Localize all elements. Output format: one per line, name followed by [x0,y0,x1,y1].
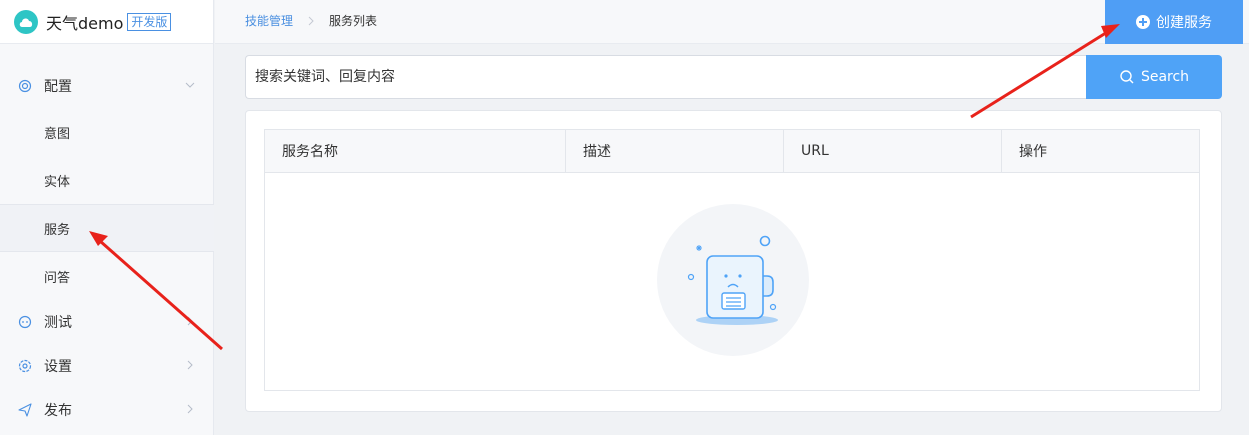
column-header-url: URL [784,130,1002,172]
menu-group-label: 测试 [44,315,72,331]
sidebar-item-label: 实体 [44,174,71,190]
column-header-actions: 操作 [1019,144,1047,160]
empty-state-illustration [657,204,809,356]
search-button-label: Search [1140,69,1190,85]
cloud-logo-icon [14,9,38,34]
breadcrumb-parent-link[interactable]: 技能管理 [245,12,293,29]
settings-circle-icon [18,79,32,93]
chevron-down-icon [185,82,195,88]
dev-badge: 开发版 [127,12,172,31]
sidebar-item-label: 服务 [44,222,71,238]
breadcrumb-separator-icon [308,16,314,25]
breadcrumb-current: 服务列表 [329,14,378,28]
test-icon [18,315,32,329]
search-button[interactable]: Search [1086,55,1222,99]
service-list-card: 服务名称 描述 URL 操作 [245,110,1222,412]
breadcrumb: 技能管理 服务列表 [245,12,377,29]
chevron-right-icon [187,404,193,414]
sidebar-item-intent[interactable]: 意图 [0,108,214,156]
column-header-description: 描述 [566,130,784,172]
menu-group-label: 设置 [44,359,72,375]
service-table: 服务名称 描述 URL 操作 [264,129,1200,391]
search-icon [1120,70,1134,84]
table-header: 服务名称 描述 URL 操作 [265,130,1199,173]
menu-group-label: 配置 [44,79,72,95]
sidebar-menu: 配置 意图 实体 服务 问答 测试 设置 发布 [0,64,214,432]
sidebar: 天气demo 开发版 配置 意图 实体 服务 问答 测试 设置 发布 [0,0,214,435]
chevron-right-icon [187,360,193,370]
sidebar-item-service[interactable]: 服务 [0,204,214,252]
app-title: 天气demo [46,13,124,33]
column-header-name: 服务名称 [265,130,566,172]
menu-group-label: 发布 [44,403,72,419]
menu-group-config[interactable]: 配置 [0,64,214,108]
menu-group-test[interactable]: 测试 [0,300,214,344]
brand[interactable]: 天气demo 开发版 [0,0,213,44]
gear-icon [18,359,32,373]
sidebar-item-entity[interactable]: 实体 [0,156,214,204]
create-service-label: 创建服务 [1156,15,1212,31]
top-header: 技能管理 服务列表 创建服务 [215,0,1249,44]
sidebar-item-label: 意图 [44,126,71,142]
empty-document-icon [687,235,778,325]
create-service-button[interactable]: 创建服务 [1105,0,1243,44]
plus-circle-icon [1136,15,1150,29]
sidebar-item-qa[interactable]: 问答 [0,252,214,300]
sidebar-item-label: 问答 [44,270,71,286]
menu-group-settings[interactable]: 设置 [0,344,214,388]
search-input[interactable] [245,55,1087,99]
menu-group-publish[interactable]: 发布 [0,388,214,432]
chevron-right-icon [187,316,193,326]
send-icon [18,403,32,417]
